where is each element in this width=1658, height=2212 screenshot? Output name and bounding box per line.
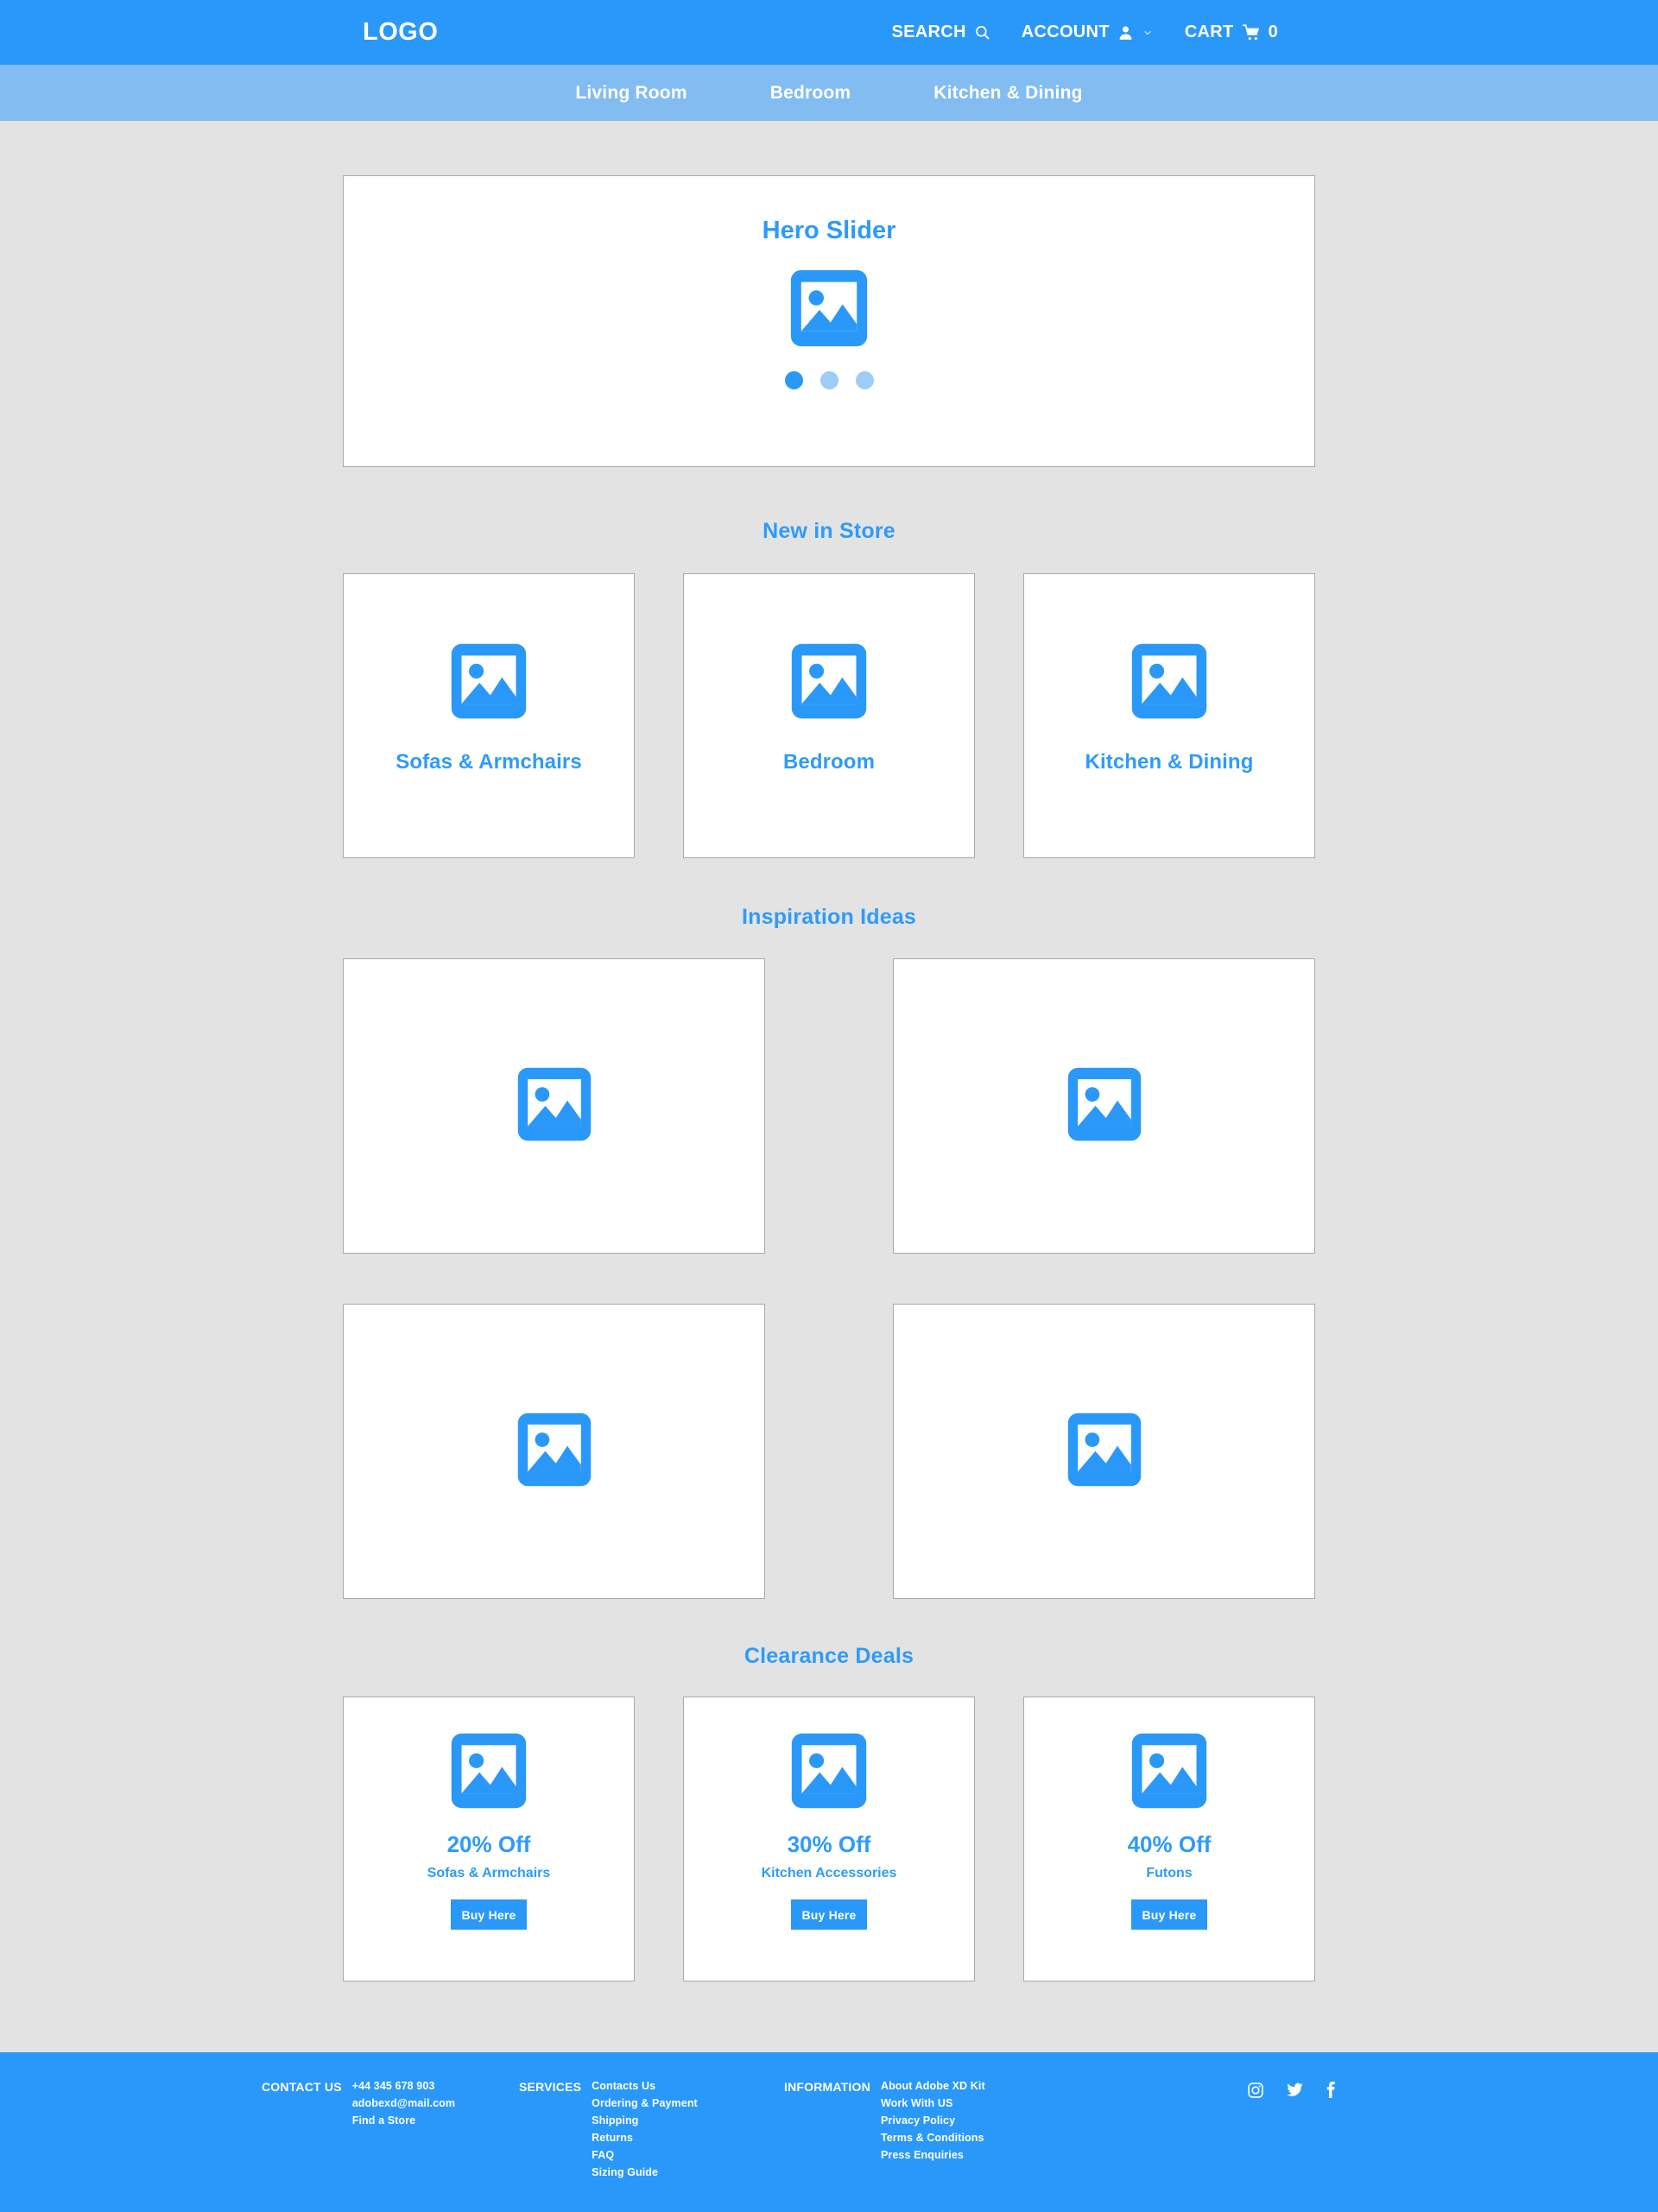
hero-dot-3[interactable]	[855, 371, 874, 389]
footer-link-list: Contacts Us Ordering & Payment Shipping …	[592, 2080, 698, 2178]
cart-count: 0	[1268, 22, 1278, 41]
cart-icon	[1242, 23, 1261, 41]
category-card-sofas-armchairs[interactable]: Sofas & Armchairs	[343, 573, 635, 858]
chevron-down-icon	[1142, 28, 1154, 37]
category-card-label: Kitchen & Dining	[1085, 750, 1254, 774]
category-card-kitchen-dining[interactable]: Kitchen & Dining	[1023, 573, 1315, 858]
new-in-store-card-row: Sofas & Armchairs Bedroom Kitchen & Dini…	[343, 573, 1315, 858]
footer-link-email[interactable]: adobexd@mail.com	[352, 2097, 455, 2109]
clearance-deals-section: Clearance Deals 20% Off Sofas & Armchair…	[343, 1599, 1315, 1981]
footer-column-contact-us: CONTACT US +44 345 678 903 adobexd@mail.…	[262, 2080, 455, 2127]
account-menu-button[interactable]: ACCOUNT	[1022, 22, 1154, 42]
deal-card-40-off[interactable]: 40% Off Futons Buy Here	[1023, 1697, 1315, 1981]
image-placeholder-icon	[789, 269, 869, 352]
site-footer: CONTACT US +44 345 678 903 adobexd@mail.…	[0, 2052, 1658, 2212]
image-placeholder-icon	[790, 642, 868, 724]
search-label: SEARCH	[891, 22, 966, 41]
footer-link-faq[interactable]: FAQ	[592, 2149, 698, 2161]
footer-link-phone[interactable]: +44 345 678 903	[352, 2080, 455, 2092]
twitter-icon[interactable]	[1286, 2082, 1304, 2103]
nav-item-kitchen-dining[interactable]: Kitchen & Dining	[892, 83, 1123, 104]
image-placeholder-icon	[516, 1412, 592, 1492]
clearance-deals-title: Clearance Deals	[744, 1644, 914, 1668]
footer-link-sizing-guide[interactable]: Sizing Guide	[592, 2166, 698, 2178]
deal-percent: 20% Off	[446, 1831, 531, 1857]
image-placeholder-icon	[1130, 642, 1208, 724]
footer-link-terms-conditions[interactable]: Terms & Conditions	[881, 2132, 985, 2144]
new-in-store-section: New in Store Sofas & Armchairs Bedroom K…	[343, 467, 1315, 858]
inspiration-grid	[343, 958, 1315, 1599]
hero-dot-1[interactable]	[784, 371, 803, 389]
category-card-label: Bedroom	[782, 750, 876, 774]
hero-slider-dots	[784, 371, 874, 389]
search-icon	[974, 24, 990, 41]
buy-here-button[interactable]: Buy Here	[451, 1899, 527, 1930]
inspiration-card-1[interactable]	[343, 958, 765, 1254]
account-label: ACCOUNT	[1021, 22, 1110, 41]
image-placeholder-icon	[790, 1732, 868, 1814]
nav-item-living-room[interactable]: Living Room	[534, 83, 728, 104]
hero-section: Hero Slider	[343, 121, 1315, 467]
image-placeholder-icon	[1066, 1066, 1142, 1147]
deal-subtitle: Kitchen Accessories	[761, 1866, 897, 1880]
cart-button[interactable]: CART 0	[1185, 22, 1278, 42]
deal-subtitle: Futons	[1146, 1866, 1193, 1880]
footer-social-links	[1247, 2081, 1337, 2103]
inspiration-ideas-title: Inspiration Ideas	[741, 905, 917, 929]
category-nav-bar: Living Room Bedroom Kitchen & Dining	[0, 65, 1658, 121]
user-icon	[1117, 24, 1134, 41]
inspiration-card-2[interactable]	[893, 958, 1315, 1254]
footer-link-press-enquiries[interactable]: Press Enquiries	[881, 2149, 985, 2161]
footer-column-services: SERVICES Contacts Us Ordering & Payment …	[519, 2080, 698, 2178]
inspiration-card-3[interactable]	[343, 1304, 765, 1599]
footer-column-information: INFORMATION About Adobe XD Kit Work With…	[784, 2080, 985, 2161]
image-placeholder-icon	[1066, 1412, 1142, 1492]
footer-link-shipping[interactable]: Shipping	[592, 2114, 698, 2127]
top-header-bar: LOGO SEARCH ACCOUNT CART 0	[0, 0, 1658, 65]
footer-link-ordering-payment[interactable]: Ordering & Payment	[592, 2097, 698, 2109]
buy-here-button[interactable]: Buy Here	[791, 1899, 867, 1930]
nav-item-bedroom[interactable]: Bedroom	[729, 83, 893, 104]
hero-dot-2[interactable]	[820, 371, 838, 389]
footer-link-list: About Adobe XD Kit Work With US Privacy …	[881, 2080, 985, 2161]
footer-link-contacts-us[interactable]: Contacts Us	[592, 2080, 698, 2092]
deal-card-20-off[interactable]: 20% Off Sofas & Armchairs Buy Here	[343, 1697, 635, 1981]
page-content: Hero Slider New in Store Sofas & Armchai…	[0, 121, 1658, 2052]
clearance-card-row: 20% Off Sofas & Armchairs Buy Here 30% O…	[343, 1697, 1315, 1981]
deal-subtitle: Sofas & Armchairs	[427, 1866, 551, 1880]
search-button[interactable]: SEARCH	[891, 22, 990, 42]
footer-heading: INFORMATION	[784, 2080, 870, 2094]
footer-heading: CONTACT US	[262, 2080, 342, 2094]
image-placeholder-icon	[1130, 1732, 1208, 1814]
site-logo[interactable]: LOGO	[363, 18, 438, 47]
cart-label: CART	[1184, 22, 1234, 41]
deal-percent: 40% Off	[1127, 1831, 1212, 1857]
footer-link-privacy-policy[interactable]: Privacy Policy	[881, 2114, 985, 2127]
footer-link-about-adobe-xd-kit[interactable]: About Adobe XD Kit	[881, 2080, 985, 2092]
facebook-icon[interactable]	[1326, 2081, 1337, 2103]
footer-link-work-with-us[interactable]: Work With US	[881, 2097, 985, 2109]
footer-heading: SERVICES	[519, 2080, 582, 2094]
deal-percent: 30% Off	[787, 1831, 871, 1857]
hero-slider-card[interactable]: Hero Slider	[343, 175, 1315, 467]
footer-link-returns[interactable]: Returns	[592, 2132, 698, 2144]
new-in-store-title: New in Store	[763, 519, 895, 543]
inspiration-card-4[interactable]	[893, 1304, 1315, 1599]
inspiration-ideas-section: Inspiration Ideas	[343, 858, 1315, 1599]
header-actions: SEARCH ACCOUNT CART 0	[891, 22, 1278, 42]
hero-title: Hero Slider	[762, 217, 896, 244]
footer-link-list: +44 345 678 903 adobexd@mail.com Find a …	[352, 2080, 455, 2127]
instagram-icon[interactable]	[1247, 2082, 1264, 2103]
footer-link-find-a-store[interactable]: Find a Store	[352, 2114, 455, 2127]
image-placeholder-icon	[450, 1732, 528, 1814]
deal-card-30-off[interactable]: 30% Off Kitchen Accessories Buy Here	[683, 1697, 975, 1981]
buy-here-button[interactable]: Buy Here	[1131, 1899, 1207, 1930]
image-placeholder-icon	[516, 1066, 592, 1147]
image-placeholder-icon	[450, 642, 528, 724]
category-card-label: Sofas & Armchairs	[396, 750, 582, 774]
category-card-bedroom[interactable]: Bedroom	[683, 573, 975, 858]
